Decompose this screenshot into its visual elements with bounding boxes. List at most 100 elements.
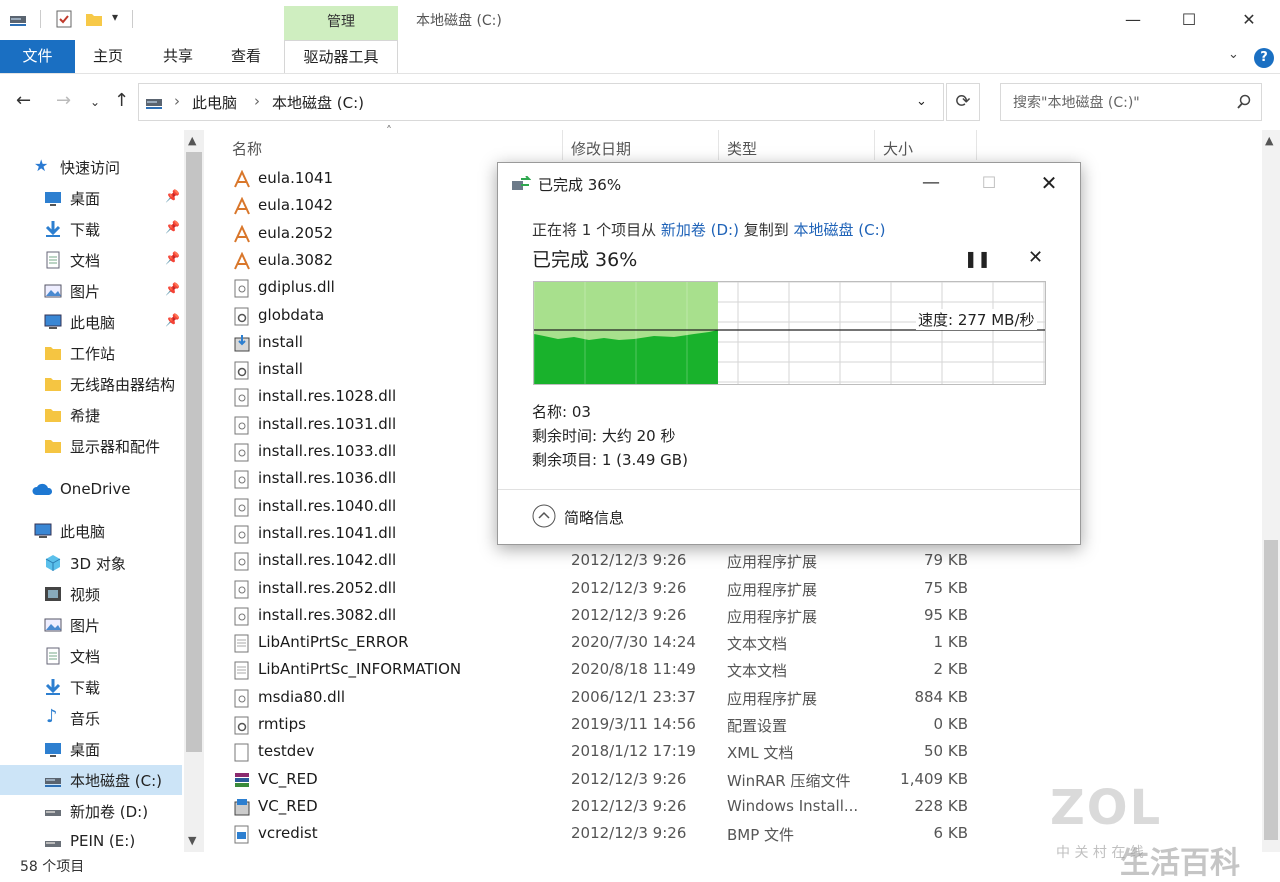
- xml-doc-icon: [234, 743, 249, 762]
- tab-home[interactable]: 主页: [82, 40, 134, 73]
- new-folder-icon[interactable]: [84, 9, 104, 29]
- source-link[interactable]: 新加卷 (D:): [661, 221, 739, 239]
- copy-transfer-icon: [512, 176, 531, 190]
- breadcrumb-local-disk[interactable]: 本地磁盘 (C:): [272, 92, 364, 113]
- pin-icon[interactable]: 📌: [165, 313, 180, 327]
- file-type: Windows Install...: [727, 796, 859, 815]
- fewer-details-button[interactable]: 简略信息: [532, 504, 642, 532]
- sidebar-item-router-folder[interactable]: 无线路由器结构: [0, 369, 182, 399]
- sidebar-item-documents-pc[interactable]: 文档: [0, 641, 182, 671]
- chevron-up-circle-icon: [532, 504, 556, 528]
- sidebar-item-downloads-pc[interactable]: 下载: [0, 672, 182, 702]
- file-name: eula.2052: [258, 223, 334, 242]
- tab-share[interactable]: 共享: [152, 40, 204, 73]
- file-row[interactable]: testdev 2018/1/12 17:19 XML 文档 50 KB: [228, 739, 988, 766]
- breadcrumb-separator-icon: ›: [174, 92, 180, 110]
- file-size: 79 KB: [924, 551, 968, 570]
- sidebar-item-pein-e[interactable]: PEIN (E:): [0, 827, 182, 852]
- help-button[interactable]: ?: [1254, 48, 1274, 68]
- scroll-up-icon[interactable]: ▲: [1265, 134, 1273, 147]
- column-header-date[interactable]: 修改日期: [571, 138, 631, 159]
- pin-icon[interactable]: 📌: [165, 220, 180, 234]
- address-history-icon[interactable]: ⌄: [916, 94, 927, 109]
- search-input[interactable]: 搜索"本地磁盘 (C:)": [1000, 83, 1262, 121]
- column-divider[interactable]: [562, 130, 563, 160]
- file-row[interactable]: vcredist 2012/12/3 9:26 BMP 文件 6 KB: [228, 821, 988, 848]
- sidebar-item-label: 图片: [70, 283, 101, 301]
- sidebar-item-onedrive[interactable]: OneDrive: [0, 475, 182, 505]
- back-arrow-icon[interactable]: ←: [16, 90, 31, 111]
- file-name: testdev: [258, 742, 315, 761]
- sidebar-item-music[interactable]: ♪ 音乐: [0, 703, 182, 733]
- tab-drive-tools[interactable]: 驱动器工具: [284, 40, 398, 73]
- file-row[interactable]: install.res.2052.dll 2012/12/3 9:26 应用程序扩展…: [228, 576, 988, 603]
- search-icon[interactable]: [1236, 94, 1252, 110]
- file-name: vcredist: [258, 824, 318, 843]
- up-arrow-icon[interactable]: ↑: [114, 90, 129, 111]
- file-date: 2012/12/3 9:26: [571, 578, 687, 597]
- recent-dropdown-icon[interactable]: ⌄: [90, 95, 100, 109]
- file-row[interactable]: LibAntiPrtSc_ERROR 2020/7/30 14:24 文本文档 1 K…: [228, 630, 988, 657]
- sidebar-item-this-pc-pinned[interactable]: 此电脑 📌: [0, 307, 182, 337]
- cancel-copy-button[interactable]: ✕: [1028, 247, 1043, 268]
- properties-icon[interactable]: [54, 9, 74, 29]
- file-row[interactable]: LibAntiPrtSc_INFORMATION 2020/8/18 11:49 文…: [228, 657, 988, 684]
- close-button[interactable]: ✕: [1234, 8, 1264, 32]
- column-divider[interactable]: [718, 130, 719, 160]
- sidebar-scrollbar-thumb[interactable]: [186, 152, 202, 752]
- minimize-button[interactable]: —: [1118, 8, 1148, 32]
- file-type: 文本文档: [727, 635, 788, 654]
- file-row[interactable]: VC_RED 2012/12/3 9:26 Windows Install... 22…: [228, 794, 988, 821]
- sidebar-item-desktop-pc[interactable]: 桌面: [0, 734, 182, 764]
- pin-icon[interactable]: 📌: [165, 282, 180, 296]
- collapse-ribbon-icon[interactable]: ⌄: [1228, 47, 1239, 62]
- file-row[interactable]: install.res.1042.dll 2012/12/3 9:26 应用程序扩展…: [228, 548, 988, 575]
- column-divider[interactable]: [976, 130, 977, 160]
- sidebar-item-monitor-folder[interactable]: 显示器和配件: [0, 431, 182, 461]
- sidebar-item-downloads[interactable]: 下载 📌: [0, 214, 182, 244]
- file-size: 228 KB: [914, 796, 968, 815]
- column-header-size[interactable]: 大小: [883, 138, 913, 159]
- breadcrumb-this-pc[interactable]: 此电脑: [192, 92, 237, 113]
- destination-link[interactable]: 本地磁盘 (C:): [794, 221, 886, 239]
- sidebar-item-local-disk-c[interactable]: 本地磁盘 (C:): [0, 765, 182, 795]
- pause-button[interactable]: ❚❚: [964, 249, 991, 268]
- sidebar-item-videos[interactable]: 视频: [0, 579, 182, 609]
- tab-file[interactable]: 文件: [0, 40, 75, 73]
- file-row[interactable]: msdia80.dll 2006/12/1 23:37 应用程序扩展 884 KB: [228, 685, 988, 712]
- manage-context-tab[interactable]: 管理: [284, 6, 398, 40]
- forward-arrow-icon[interactable]: →: [56, 90, 71, 111]
- sidebar-item-3d-objects[interactable]: 3D 对象: [0, 548, 182, 578]
- dialog-close-button[interactable]: ✕: [1032, 169, 1066, 197]
- column-header-type[interactable]: 类型: [727, 138, 757, 159]
- pin-icon[interactable]: 📌: [165, 189, 180, 203]
- sidebar-item-this-pc[interactable]: 此电脑: [0, 516, 182, 546]
- pin-icon[interactable]: 📌: [165, 251, 180, 265]
- window-title: 本地磁盘 (C:): [416, 13, 502, 29]
- dialog-minimize-button[interactable]: —: [914, 169, 948, 197]
- file-row[interactable]: VC_RED 2012/12/3 9:26 WinRAR 压缩文件 1,409 KB: [228, 767, 988, 794]
- sidebar-item-new-volume-d[interactable]: 新加卷 (D:): [0, 796, 182, 826]
- file-row[interactable]: install.res.3082.dll 2012/12/3 9:26 应用程序扩展…: [228, 603, 988, 630]
- sidebar-item-seagate[interactable]: 希捷: [0, 400, 182, 430]
- column-divider[interactable]: [874, 130, 875, 160]
- scroll-up-icon[interactable]: ▲: [188, 134, 196, 147]
- file-row[interactable]: rmtips 2019/3/11 14:56 配置设置 0 KB: [228, 712, 988, 739]
- dll-icon: [234, 525, 249, 544]
- refresh-button[interactable]: ⟳: [946, 83, 980, 121]
- file-name: msdia80.dll: [258, 687, 346, 706]
- file-list-scrollbar-thumb[interactable]: [1264, 540, 1278, 840]
- sidebar-item-documents[interactable]: 文档 📌: [0, 245, 182, 275]
- scroll-down-icon[interactable]: ▼: [188, 834, 196, 847]
- sidebar-item-pictures[interactable]: 图片 📌: [0, 276, 182, 306]
- qa-dropdown-icon[interactable]: ▾: [112, 10, 118, 24]
- tab-view[interactable]: 查看: [220, 40, 272, 73]
- maximize-button[interactable]: ☐: [1174, 8, 1204, 32]
- column-header-name[interactable]: 名称: [232, 138, 262, 159]
- sidebar-item-pictures-pc[interactable]: 图片: [0, 610, 182, 640]
- sidebar-item-quick-access[interactable]: ★ 快速访问: [0, 152, 182, 182]
- sidebar-item-desktop[interactable]: 桌面 📌: [0, 183, 182, 213]
- installer-icon: [234, 334, 250, 352]
- dll-icon: [234, 607, 249, 626]
- sidebar-item-workstation[interactable]: 工作站: [0, 338, 182, 368]
